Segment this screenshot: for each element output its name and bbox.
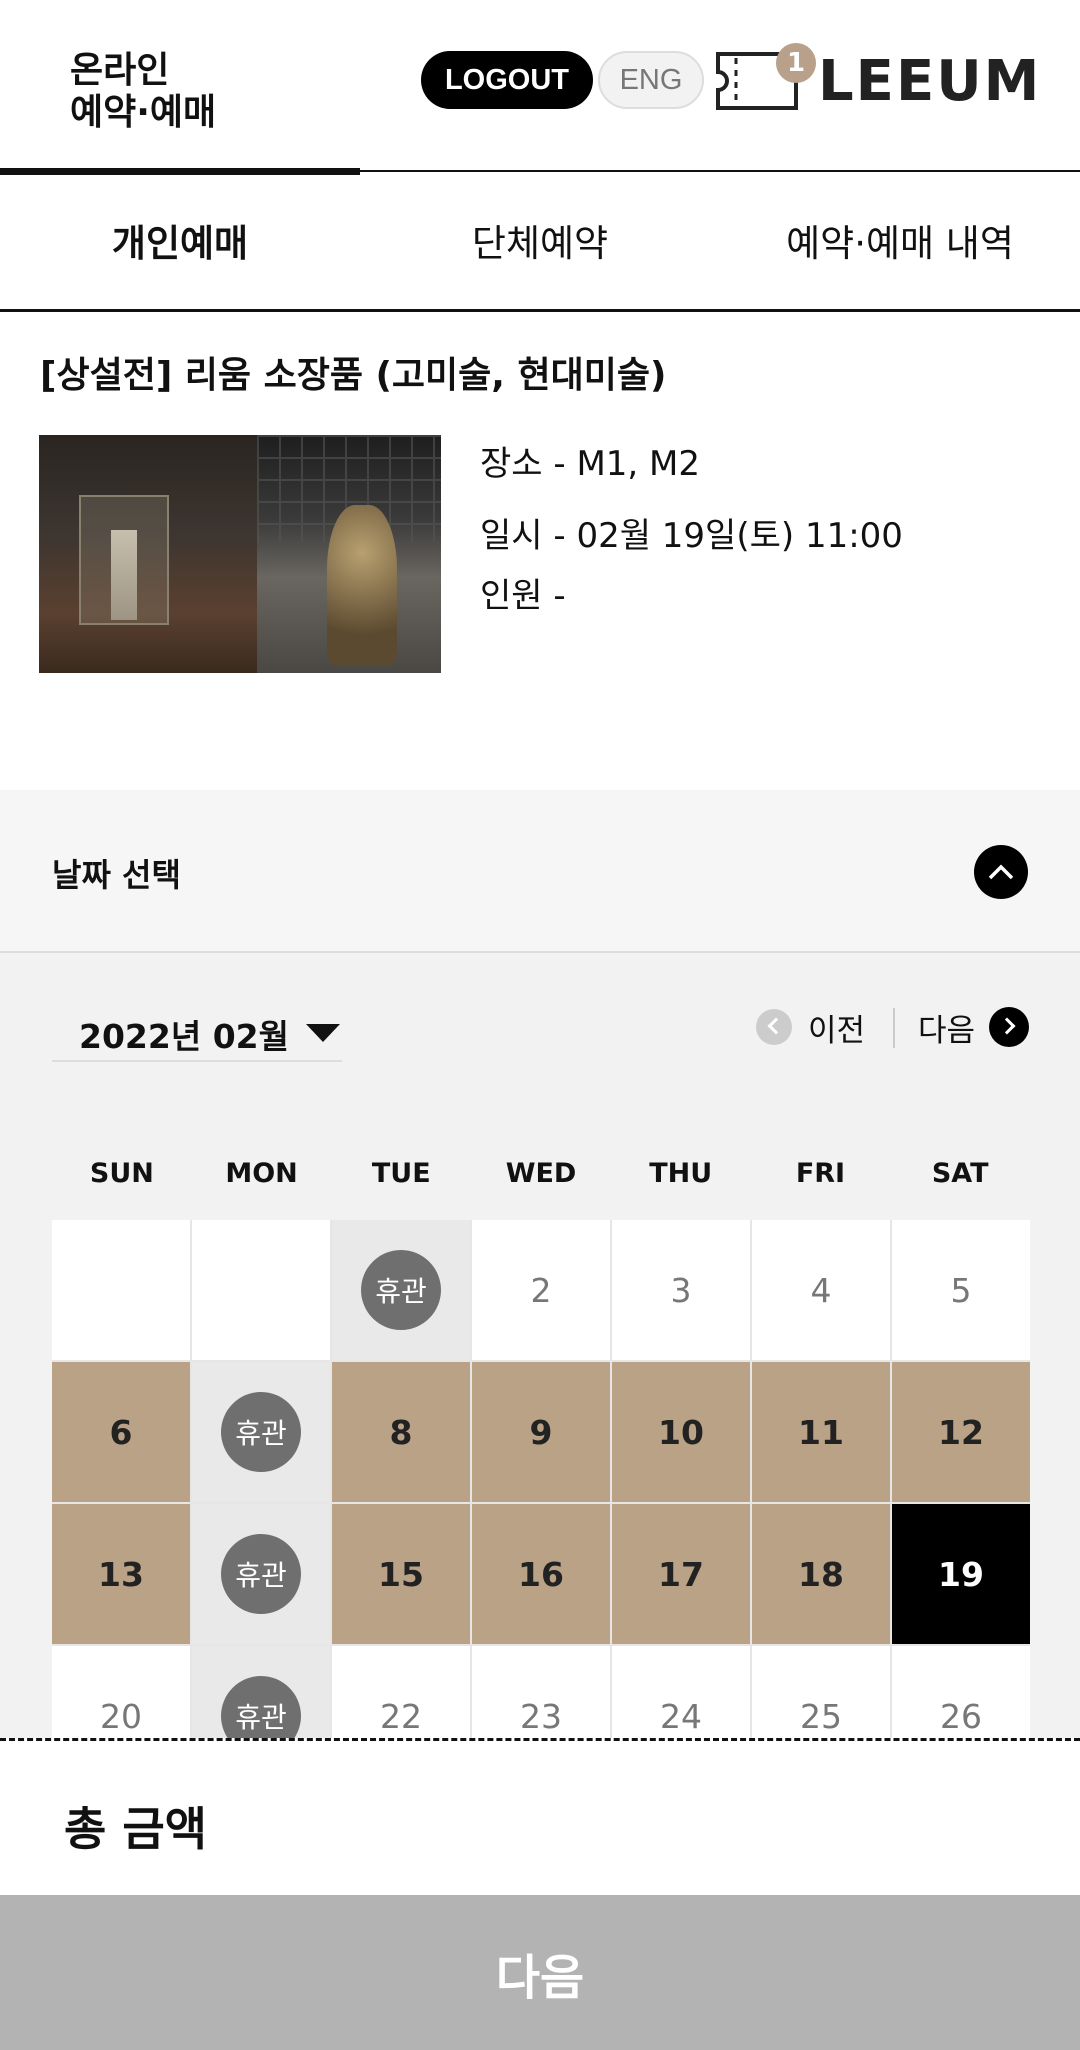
calendar-grid: 휴관 2 3 4 5 6 휴관 8 9 10 11 12 13 휴관 15 16 17 18 19 20 휴관 22 23 2… xyxy=(52,1220,1030,1786)
calendar-day-selected[interactable]: 19 xyxy=(892,1504,1030,1644)
calendar-day[interactable]: 15 xyxy=(332,1504,470,1644)
exhibition-image xyxy=(39,435,441,673)
calendar-day[interactable]: 18 xyxy=(752,1504,890,1644)
calendar-day[interactable]: 8 xyxy=(332,1362,470,1502)
exhibition-datetime: 일시 - 02월 19일(토) 11:00 xyxy=(480,516,903,556)
caret-down-icon xyxy=(306,1024,340,1042)
booking-tabs: 개인예매 단체예약 예약·예매 내역 xyxy=(0,168,1080,312)
weekday-label: WED xyxy=(505,1158,577,1189)
exhibition-image-sculpture xyxy=(257,435,441,673)
exhibition-place: 장소 - M1, M2 xyxy=(480,444,700,484)
next-month-button[interactable]: 다음 xyxy=(918,1005,1030,1049)
weekday-header: SUN MON TUE WED THU FRI SAT xyxy=(52,1158,1030,1189)
calendar-day: 4 xyxy=(752,1220,890,1360)
total-amount-label: 총 금액 xyxy=(64,1802,207,1856)
date-select-title: 날짜 선택 xyxy=(52,856,181,894)
weekday-label: FRI xyxy=(795,1158,846,1189)
calendar-day[interactable]: 10 xyxy=(612,1362,750,1502)
tab-individual[interactable]: 개인예매 xyxy=(0,168,360,309)
calendar-day[interactable]: 11 xyxy=(752,1362,890,1502)
calendar-day[interactable]: 12 xyxy=(892,1362,1030,1502)
chevron-right-icon xyxy=(989,1007,1030,1047)
leeum-logo[interactable]: LEEUM xyxy=(818,52,1041,112)
tab-history[interactable]: 예약·예매 내역 xyxy=(720,170,1080,309)
calendar-day-closed: 휴관 xyxy=(332,1220,470,1360)
calendar-day[interactable]: 17 xyxy=(612,1504,750,1644)
weekday-label: SAT xyxy=(931,1158,989,1189)
app-header: 온라인 예약·예매 LOGOUT ENG 1 LEEUM xyxy=(0,0,1080,170)
month-label: 2022년 02월 xyxy=(79,1017,289,1056)
closed-badge: 휴관 xyxy=(361,1250,441,1330)
calendar-day[interactable]: 9 xyxy=(472,1362,610,1502)
nav-divider xyxy=(893,1008,895,1048)
calendar-day: 2 xyxy=(472,1220,610,1360)
calendar-day-closed: 휴관 xyxy=(192,1504,330,1644)
exhibition-title: [상설전] 리움 소장품 (고미술, 현대미술) xyxy=(40,355,667,396)
calendar-day: 5 xyxy=(892,1220,1030,1360)
closed-badge: 휴관 xyxy=(221,1534,301,1614)
weekday-label: MON xyxy=(225,1158,298,1189)
chevron-left-icon xyxy=(756,1009,792,1045)
calendar-day[interactable]: 13 xyxy=(52,1504,190,1644)
weekday-label: TUE xyxy=(371,1158,431,1189)
collapse-button[interactable] xyxy=(974,845,1028,899)
closed-badge: 휴관 xyxy=(221,1392,301,1472)
calendar-day[interactable]: 16 xyxy=(472,1504,610,1644)
next-month-label: 다음 xyxy=(918,1012,976,1049)
brand-line-1: 온라인 xyxy=(70,50,170,91)
language-button[interactable]: ENG xyxy=(598,51,704,109)
chevron-up-icon xyxy=(988,864,1014,880)
calendar-day: 3 xyxy=(612,1220,750,1360)
calendar-day-empty xyxy=(192,1220,330,1360)
prev-month-label: 이전 xyxy=(808,1012,866,1049)
calendar-day-empty xyxy=(52,1220,190,1360)
date-select-header[interactable]: 날짜 선택 xyxy=(0,790,1080,953)
month-select[interactable]: 2022년 02월 xyxy=(52,1010,342,1062)
exhibition-people: 인원 - xyxy=(480,576,566,616)
logout-button[interactable]: LOGOUT xyxy=(421,51,593,109)
weekday-label: SUN xyxy=(89,1158,154,1189)
tab-group[interactable]: 단체예약 xyxy=(360,170,720,309)
date-select-panel: 날짜 선택 2022년 02월 이전 다음 SUN MON TUE WED TH… xyxy=(0,790,1080,1786)
calendar-day[interactable]: 6 xyxy=(52,1362,190,1502)
cart-count-badge: 1 xyxy=(776,43,816,83)
exhibition-image-gallery xyxy=(39,435,257,673)
prev-month-button[interactable]: 이전 xyxy=(756,1007,866,1049)
next-step-button[interactable]: 다음 xyxy=(0,1895,1080,2050)
calendar-day-closed: 휴관 xyxy=(192,1362,330,1502)
brand-line-2: 예약·예매 xyxy=(70,92,217,133)
weekday-label: THU xyxy=(649,1158,713,1189)
brand-title: 온라인 예약·예매 xyxy=(70,50,270,134)
